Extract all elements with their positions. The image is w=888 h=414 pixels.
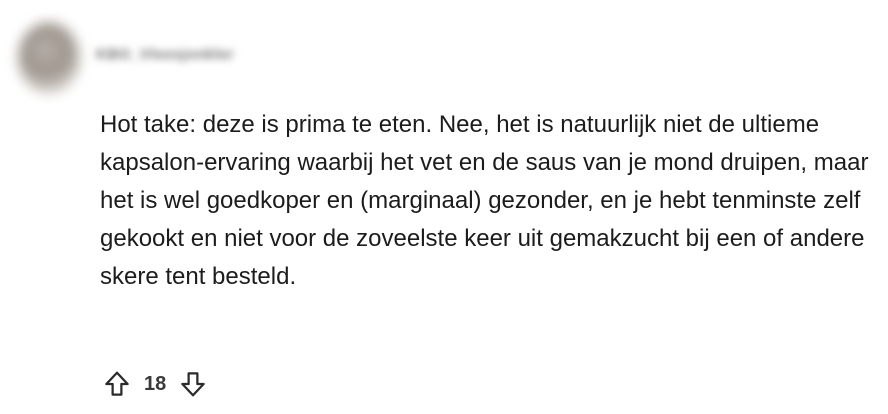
downvote-button[interactable] xyxy=(176,367,210,401)
username[interactable]: KBO_Vleesjonkler xyxy=(96,46,234,63)
comment-actions: 18 xyxy=(100,366,210,402)
comment: KBO_Vleesjonkler Hot take: deze is prima… xyxy=(0,0,888,414)
upvote-arrow-icon xyxy=(105,371,129,396)
comment-body: Hot take: deze is prima te eten. Nee, he… xyxy=(100,111,869,290)
vote-score: 18 xyxy=(144,372,167,395)
downvote-arrow-icon xyxy=(181,372,205,397)
avatar[interactable] xyxy=(18,22,80,94)
upvote-button[interactable] xyxy=(100,367,134,401)
